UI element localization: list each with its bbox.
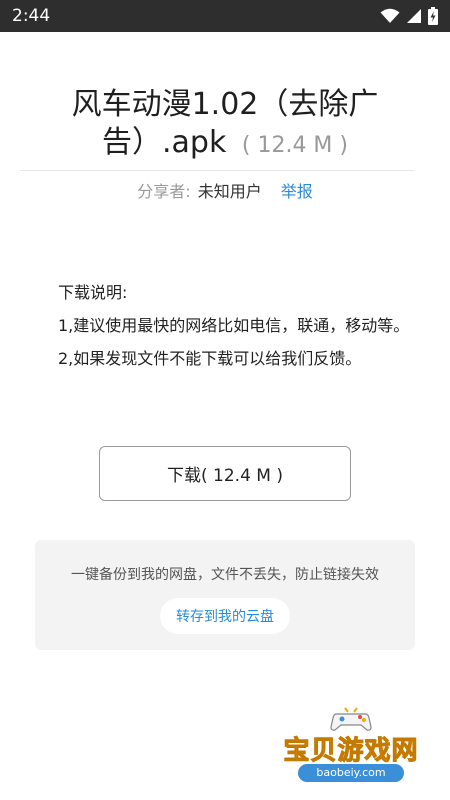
sharer-row: 分享者: 未知用户 举报 [0, 180, 450, 204]
signal-icon [407, 9, 421, 23]
save-to-cloud-button[interactable]: 转存到我的云盘 [160, 598, 290, 634]
sharer-name: 未知用户 [197, 182, 262, 201]
report-link[interactable]: 举报 [281, 182, 313, 201]
wifi-icon [380, 8, 400, 23]
instructions-line-1: 1,建议使用最快的网络比如电信，联通，移动等。 [58, 316, 410, 335]
divider [20, 170, 414, 171]
watermark: 宝贝游戏网 baobeiy.com [276, 706, 426, 786]
watermark-url: baobeiy.com [298, 764, 404, 782]
gamepad-icon [330, 707, 372, 731]
backup-card: 一键备份到我的网盘，文件不丢失，防止链接失效 转存到我的云盘 [35, 540, 415, 650]
file-title: 风车动漫1.02（去除广告）.apk ( 12.4 M ) [30, 86, 420, 165]
status-bar: 2:44 [0, 0, 450, 32]
status-icons [380, 6, 438, 26]
sharer-label: 分享者: [137, 182, 191, 201]
download-button[interactable]: 下载( 12.4 M ) [99, 446, 351, 501]
instructions-heading: 下载说明: [58, 283, 128, 302]
file-size: ( 12.4 M ) [241, 133, 348, 158]
backup-description: 一键备份到我的网盘，文件不丢失，防止链接失效 [71, 567, 379, 583]
download-instructions: 下载说明: 1,建议使用最快的网络比如电信，联通，移动等。 2,如果发现文件不能… [58, 276, 418, 375]
status-time: 2:44 [12, 6, 51, 26]
battery-charging-icon [428, 7, 438, 25]
watermark-text: 宝贝游戏网 [283, 736, 419, 767]
instructions-line-2: 2,如果发现文件不能下载可以给我们反馈。 [58, 349, 362, 368]
